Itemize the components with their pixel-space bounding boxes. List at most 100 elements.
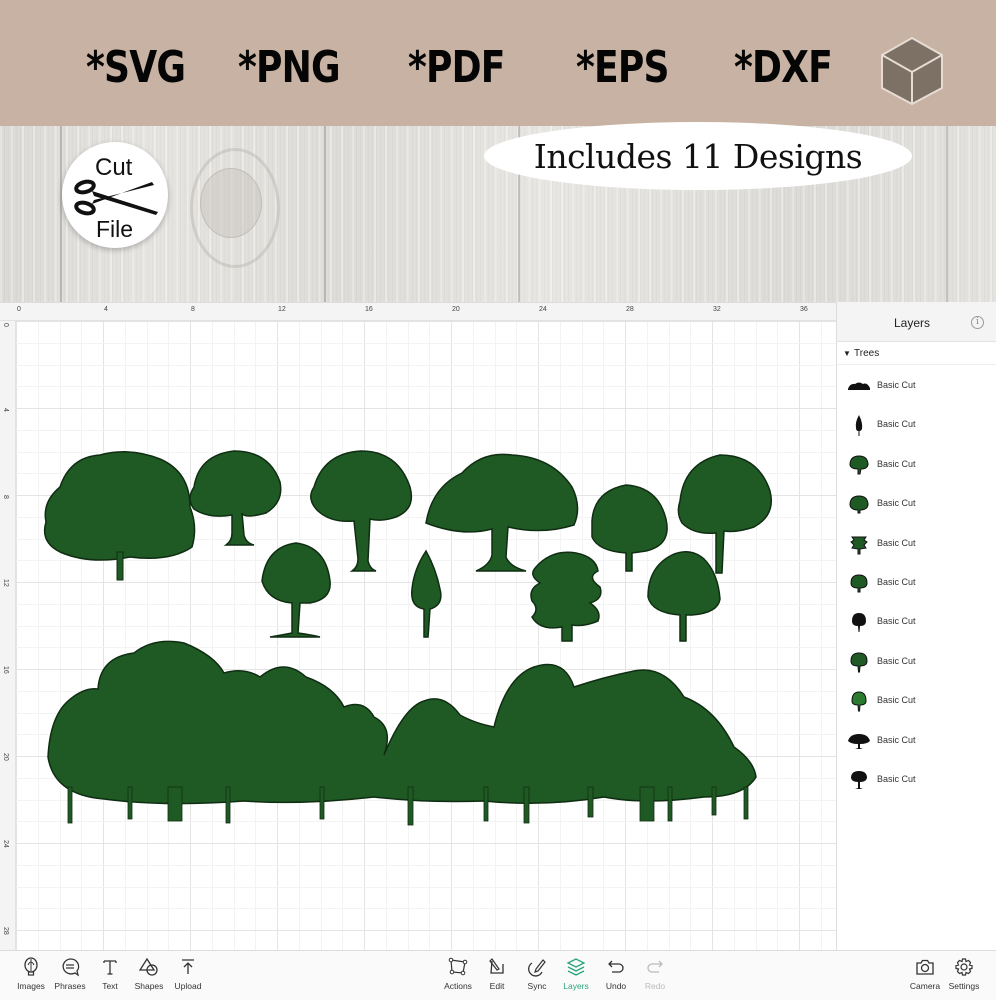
undo-button[interactable]: Undo [596,957,636,999]
layer-item[interactable]: Basic Cut [837,760,996,799]
tree-design-elm[interactable] [642,547,722,643]
layers-panel-title: Layers [893,316,931,330]
sync-button[interactable]: Sync [517,957,557,999]
shapes-button[interactable]: Shapes [129,957,169,999]
ruler-label: 16 [2,666,9,674]
edit-button[interactable]: Edit [477,957,517,999]
tree-thumbnail-icon [847,610,871,634]
layer-item[interactable]: Basic Cut [837,602,996,641]
tree-thumbnail-icon [847,571,871,595]
format-svg: *SVG [86,42,186,93]
grid-line [734,321,735,951]
ruler-label: 24 [2,840,9,848]
tree-design-bushy[interactable] [40,447,200,581]
layers-button[interactable]: Layers [556,957,596,999]
format-pdf: *PDF [408,42,505,93]
tree-design-young[interactable] [256,541,336,641]
layer-item[interactable]: Basic Cut [837,681,996,720]
upload-button[interactable]: Upload [168,957,208,999]
layer-item-label: Basic Cut [877,380,916,390]
images-button[interactable]: Images [11,957,51,999]
grid-line [81,321,82,951]
grid-line [16,365,836,366]
ruler-label: 0 [17,306,21,313]
ruler-label: 20 [2,753,9,761]
tree-design-cypress[interactable] [406,549,446,639]
settings-button[interactable]: Settings [944,957,984,999]
layer-item[interactable]: Basic Cut [837,721,996,760]
layer-group-trees[interactable]: ▼ Trees [837,343,996,365]
images-label: Images [17,981,45,991]
layer-item[interactable]: Basic Cut [837,524,996,563]
grid-line [16,343,836,344]
sync-label: Sync [527,981,547,991]
tree-design-forest-row[interactable] [44,637,784,827]
edit-icon [489,958,504,974]
actions-button[interactable]: Actions [438,957,478,999]
ruler-label: 4 [104,306,108,313]
ruler-label: 16 [365,306,373,313]
format-list: *SVG *PNG *PDF *EPS *DXF [0,0,870,126]
cut-file-badge: Cut File [62,142,168,248]
redo-button[interactable]: Redo [635,957,675,999]
ruler-label: 0 [2,323,9,327]
format-png: *PNG [238,42,341,93]
bottom-toolbar: Images Phrases Text Shapes Upload Action… [0,950,996,1000]
camera-icon [916,959,934,975]
tree-design-layered[interactable] [526,547,606,643]
grid-line [234,321,235,951]
wood-knot-center [200,168,262,238]
ruler-label: 12 [278,306,286,313]
camera-button[interactable]: Camera [905,957,945,999]
plank-divider [324,126,326,302]
grid-line [799,321,800,951]
layer-item-label: Basic Cut [877,734,916,745]
redo-label: Redo [644,981,666,991]
shapes-icon [139,957,158,976]
caret-down-icon[interactable]: ▼ [843,349,851,358]
camera-label: Camera [909,981,941,991]
layer-item-label: Basic Cut [877,537,916,548]
layer-item-label: Basic Cut [877,458,916,469]
designs-count-text: Includes 11 Designs [533,136,863,176]
layers-label: Layers [563,981,589,991]
grid-line [16,430,836,431]
design-canvas[interactable] [16,321,836,951]
layer-item[interactable]: Basic Cut [837,563,996,602]
text-icon [103,960,117,975]
grid-line [625,321,626,951]
grid-line [16,908,836,909]
grid-line [168,321,169,951]
layer-item[interactable]: Basic Cut [837,484,996,523]
speech-bubble-icon [62,958,80,977]
tree-design-oak[interactable] [184,447,288,547]
layer-item[interactable]: Basic Cut [837,366,996,405]
tree-thumbnail-icon [847,492,871,516]
cube-icon [881,36,943,106]
grid-line [212,321,213,951]
grid-line [16,843,836,844]
grid-line [364,321,365,951]
sync-icon [528,959,546,977]
format-banner: *SVG *PNG *PDF *EPS *DXF [0,0,996,126]
ruler-label: 32 [713,306,721,313]
phrases-button[interactable]: Phrases [50,957,90,999]
plank-divider [60,126,62,302]
layer-item[interactable]: Basic Cut [837,445,996,484]
layer-item[interactable]: Basic Cut [837,642,996,681]
grid-line [125,321,126,951]
tree-thumbnail-icon [847,650,871,674]
text-button[interactable]: Text [90,957,130,999]
layer-item-label: Basic Cut [877,655,916,666]
undo-icon [608,960,624,973]
layers-panel: Layers i ▼ Trees Basic Cut Basic Cut Basic… [836,302,996,950]
phrases-label: Phrases [54,981,86,991]
ruler-label: 28 [2,927,9,935]
tree-thumbnail-icon [847,768,871,792]
layer-item-label: Basic Cut [877,498,916,509]
ruler-vertical: 0 4 8 12 16 20 24 28 [0,321,16,951]
info-icon[interactable]: i [971,316,984,329]
layer-item[interactable]: Basic Cut [837,405,996,444]
grid-line [16,408,836,409]
lightbulb-icon [24,957,38,976]
